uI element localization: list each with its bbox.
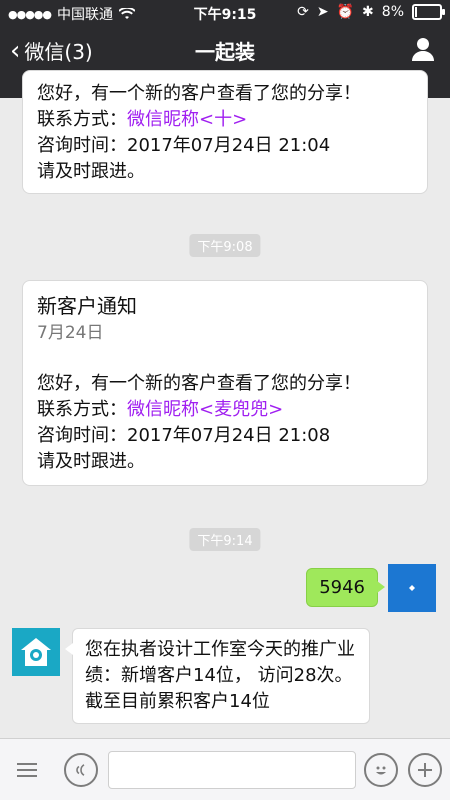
timestamp-chip: 下午9:14 [189,528,261,551]
location-icon: ➤ [316,4,329,20]
incoming-message[interactable]: 您在执者设计工作室今天的推广业绩：新增客户14位， 访问28次。截至目前累积客户… [65,628,370,724]
time-value: 2017年07月24日 21:08 [127,425,331,446]
chat-area[interactable]: 您好，有一个新的客户查看了您的分享！ 联系方式：微信昵称<十> 咨询时间：201… [0,70,450,738]
notification-card-2[interactable]: 新客户通知 7月24日 您好，有一个新的客户查看了您的分享！ 联系方式：微信昵称… [22,280,428,486]
card-title: 新客户通知 [37,294,137,318]
input-bar [0,738,450,800]
card-date: 7月24日 [37,323,104,343]
message-input[interactable] [108,751,356,789]
time-value: 2017年07月24日 21:04 [127,135,331,156]
notification-card-1[interactable]: 您好，有一个新的客户查看了您的分享！ 联系方式：微信昵称<十> 咨询时间：201… [22,70,428,194]
outgoing-message[interactable]: 5946 [306,568,385,607]
plus-icon [418,763,432,777]
bluetooth-icon: ✱ [362,4,374,20]
home-icon [21,638,51,666]
contact-value: 微信昵称<麦兜兜> [127,399,284,420]
alarm-icon: ⏰ [336,4,355,20]
status-bar: ●●●●● 中国联通 下午9:15 ⟳ ➤ ⏰ ✱ 8% [0,0,450,24]
nav-bar: ‹ 微信(3) 一起装 [0,24,450,76]
contact-value: 微信昵称<十> [127,109,248,130]
chat-title: 一起装 [195,40,255,64]
voice-button[interactable] [64,753,98,787]
contact-label: 联系方式： [37,399,127,420]
avatar-icon [409,585,415,591]
contact-label: 联系方式： [37,109,127,130]
emoji-button[interactable] [364,753,398,787]
my-avatar[interactable] [388,564,436,612]
contact-row: 联系方式：微信昵称<十> [37,107,413,133]
battery-percent: 8% [381,4,404,20]
card-footer: 请及时跟进。 [37,451,145,472]
time-row: 咨询时间：2017年07月24日 21:08 [37,423,413,449]
add-button[interactable] [408,753,442,787]
contact-row: 联系方式：微信昵称<麦兜兜> [37,397,413,423]
time-row: 咨询时间：2017年07月24日 21:04 [37,133,413,159]
rotation-lock-icon: ⟳ [297,4,309,20]
person-icon[interactable] [410,36,436,62]
card-footer: 请及时跟进。 [37,161,145,182]
card-line: 您好，有一个新的客户查看了您的分享！ [37,83,361,104]
menu-icon[interactable] [14,757,40,783]
sender-avatar[interactable] [12,628,60,676]
voice-icon [76,764,85,776]
status-right: ⟳ ➤ ⏰ ✱ 8% [297,4,445,20]
timestamp-chip: 下午9:08 [189,234,261,257]
time-label: 咨询时间： [37,135,127,156]
emoji-icon [376,766,386,775]
battery-icon [412,4,445,20]
time-label: 咨询时间： [37,425,127,446]
card-line: 您好，有一个新的客户查看了您的分享！ [37,373,361,394]
